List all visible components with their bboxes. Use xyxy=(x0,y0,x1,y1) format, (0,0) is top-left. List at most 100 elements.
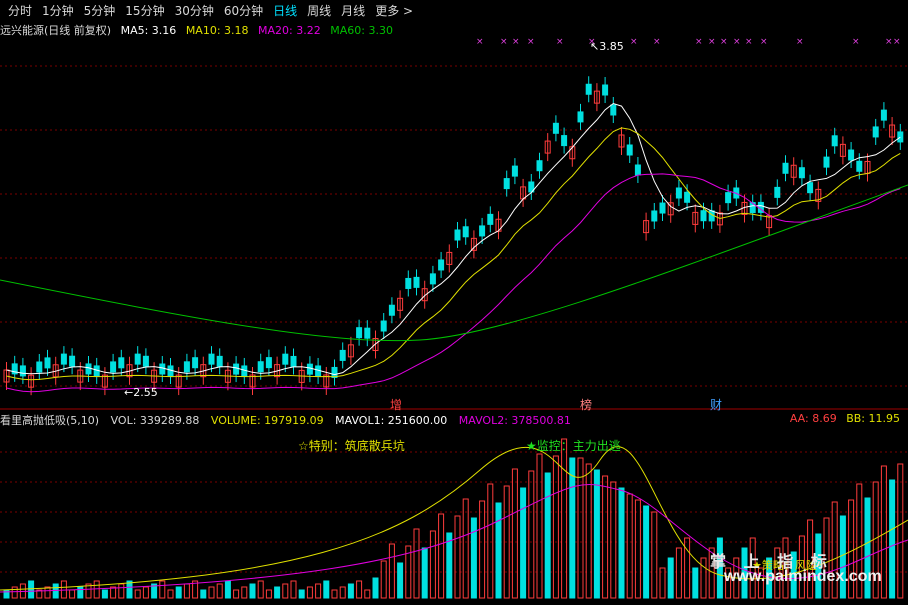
candle-body xyxy=(872,126,879,138)
volume-bar xyxy=(429,530,436,599)
low-price-value: 2.55 xyxy=(133,386,158,399)
cross-mark: × xyxy=(476,37,484,47)
volume-bar xyxy=(462,498,469,599)
candle-body xyxy=(69,355,76,367)
candle-body xyxy=(36,361,43,373)
volume-bar xyxy=(470,517,477,599)
indicator-name: 看里高抛低吸(5,10) xyxy=(0,414,100,427)
cross-mark: × xyxy=(852,37,860,47)
tag-zeng[interactable]: 增 xyxy=(390,396,402,413)
high-price-label: ↖3.85 xyxy=(590,40,624,53)
candle-body xyxy=(216,355,223,367)
candle-body xyxy=(331,366,338,378)
candle-body xyxy=(651,210,658,222)
volume-bar xyxy=(413,528,420,599)
vol-value: VOL: 339289.88 xyxy=(110,414,200,427)
candle-body xyxy=(725,192,732,204)
ma10-line xyxy=(6,127,901,381)
volume-bar xyxy=(479,500,486,599)
volume-bar xyxy=(446,532,453,599)
volume-bar xyxy=(52,583,59,599)
ma5-line xyxy=(6,102,901,376)
cross-mark: × xyxy=(527,37,535,47)
volume-bar xyxy=(577,457,584,599)
signal-monitor: ★监控：主力出逃 xyxy=(526,439,621,453)
candle-body xyxy=(552,122,559,134)
volume-bar xyxy=(208,586,215,599)
volume-bar xyxy=(421,547,428,599)
volume-bar xyxy=(167,589,174,599)
volume-bar xyxy=(372,577,379,599)
candle-body xyxy=(192,357,199,369)
cross-mark: × xyxy=(760,37,768,47)
volume-bar xyxy=(298,589,305,599)
indicator-legend-right: AA: 8.69 BB: 11.95 xyxy=(784,412,900,425)
volume-bar xyxy=(634,499,641,599)
candle-body xyxy=(257,361,264,373)
volume-bar xyxy=(544,472,551,599)
candle-body xyxy=(85,363,92,375)
volume-bar xyxy=(93,580,100,599)
volume-bar xyxy=(454,515,461,599)
volume-bar xyxy=(364,589,371,599)
volume-bar xyxy=(101,589,108,599)
indicator-legend: 看里高抛低吸(5,10) VOL: 339289.88 VOLUME: 1979… xyxy=(0,412,908,428)
volume-bar xyxy=(60,580,67,599)
volume-bar xyxy=(134,589,141,599)
volume-bar xyxy=(233,589,240,599)
candle-body xyxy=(626,144,633,156)
candle-body xyxy=(536,160,543,172)
candle-body xyxy=(856,160,863,172)
candle-body xyxy=(339,349,346,361)
volume-bar xyxy=(274,586,281,599)
candle-body xyxy=(634,164,641,176)
volume-bar xyxy=(651,511,658,599)
tag-cai[interactable]: 财 xyxy=(710,396,722,413)
volume-bar xyxy=(889,479,896,599)
cross-mark: × xyxy=(745,37,753,47)
volume-bar xyxy=(290,580,297,599)
candle-body xyxy=(454,229,461,241)
volume-bar xyxy=(175,586,182,599)
candle-body xyxy=(134,353,141,365)
watermark-url: www.palmindex.com xyxy=(724,568,882,585)
candle-body xyxy=(290,355,297,367)
volume-bar xyxy=(610,481,617,599)
candle-body xyxy=(44,357,51,369)
volume-value: VOLUME: 197919.09 xyxy=(210,414,324,427)
volume-bar xyxy=(536,453,543,599)
cross-mark: × xyxy=(885,37,893,47)
stock-label: 远兴能源(日线 前复权) xyxy=(0,24,112,37)
volume-bar xyxy=(528,470,535,599)
volume-bar xyxy=(200,589,207,599)
main-legend: 远兴能源(日线 前复权) MA5: 3.16 MA10: 3.18 MA20: … xyxy=(0,22,399,38)
volume-bar xyxy=(569,457,576,599)
volume-bar xyxy=(347,583,354,599)
candle-body xyxy=(807,182,814,194)
candle-body xyxy=(503,178,510,190)
kline-chart[interactable]: × × × × × × × × × × × × × × × × × × xyxy=(0,0,908,605)
cross-mark: × xyxy=(512,37,520,47)
volume-bar xyxy=(487,483,494,599)
volume-bar xyxy=(282,583,289,599)
candle-body xyxy=(413,276,420,288)
tag-bang[interactable]: 榜 xyxy=(580,396,592,413)
aa-value: AA: 8.69 xyxy=(789,412,837,425)
volume-bar xyxy=(142,586,149,599)
volume-bar xyxy=(675,547,682,599)
volume-bar xyxy=(28,580,35,599)
volume-bar xyxy=(323,580,330,599)
ma60-value: MA60: 3.30 xyxy=(330,24,393,37)
candle-body xyxy=(282,353,289,365)
high-price-value: 3.85 xyxy=(599,40,624,53)
candle-body xyxy=(233,363,240,375)
candle-body xyxy=(561,135,568,147)
volume-bar xyxy=(388,543,395,599)
volume-bar xyxy=(495,502,502,599)
candle-body xyxy=(380,320,387,332)
volume-bar xyxy=(552,455,559,599)
volume-bar xyxy=(667,557,674,599)
candle-body xyxy=(405,277,412,289)
candle-body xyxy=(675,187,682,199)
volume-bar xyxy=(380,560,387,599)
